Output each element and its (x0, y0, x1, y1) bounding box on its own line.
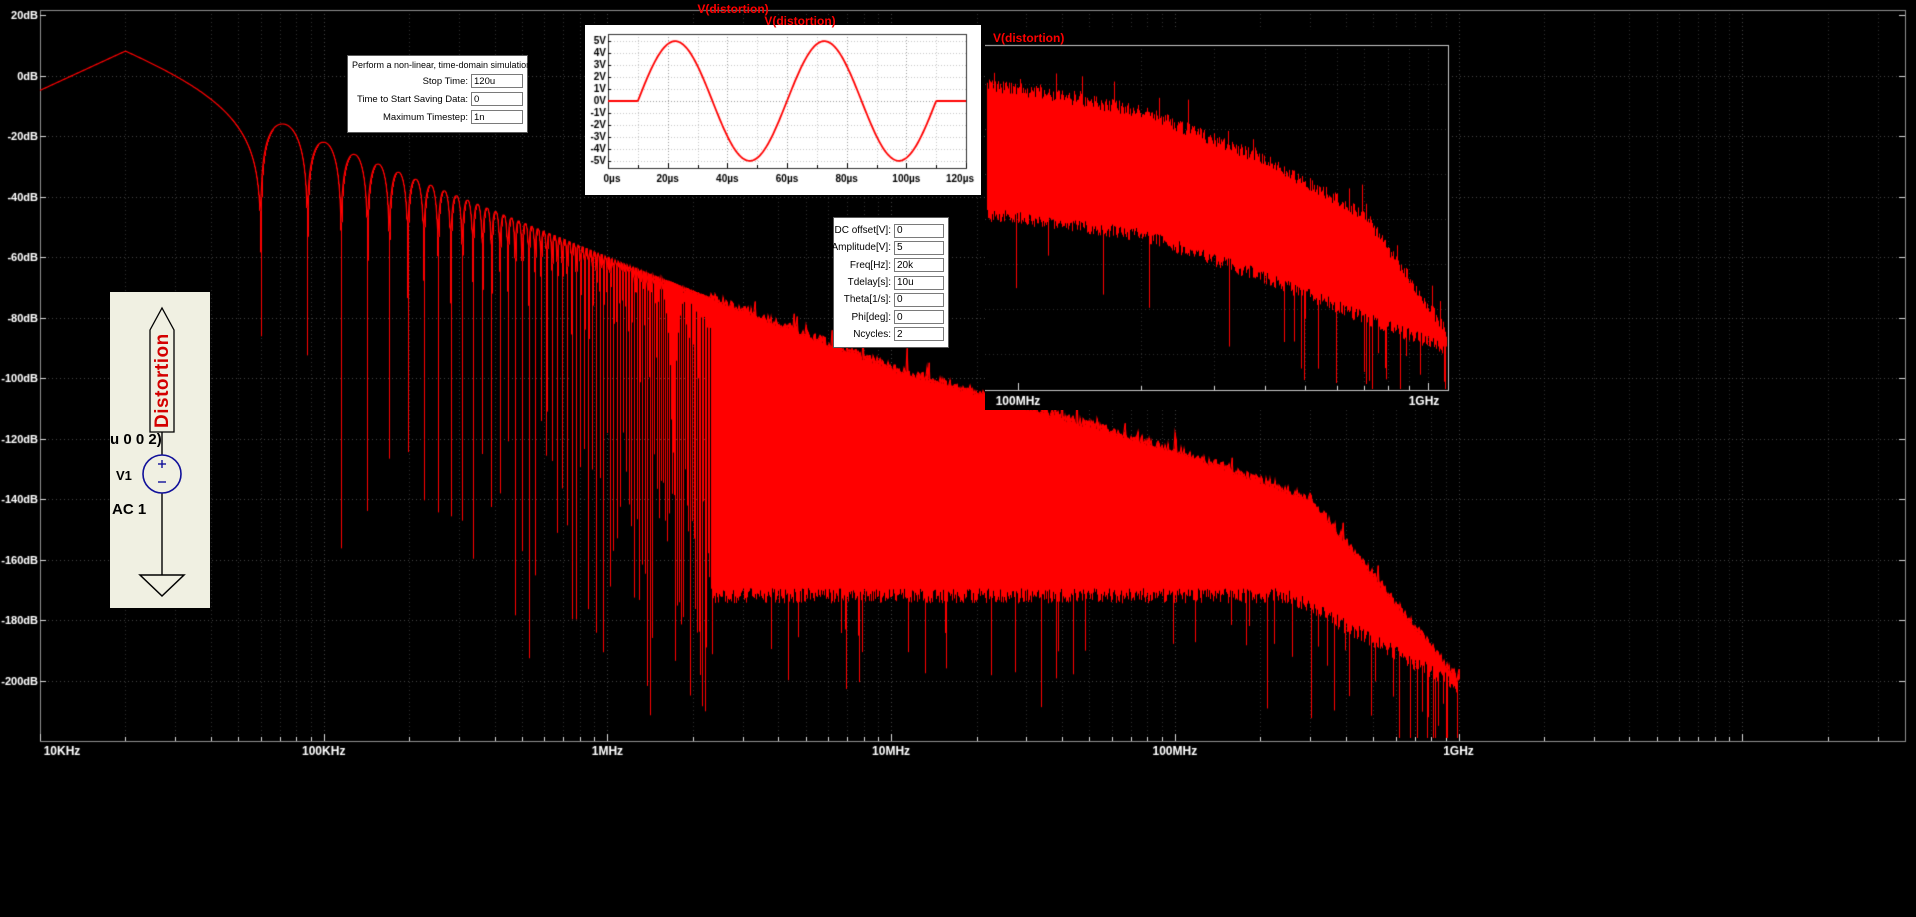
schematic-canvas: Distortion u 0 0 2) V1 AC 1 (110, 306, 186, 598)
start-saving-input[interactable] (471, 92, 523, 106)
dc-offset-row: DC offset[V]: (834, 222, 944, 239)
ncycles-label: Ncycles: (853, 328, 891, 340)
net-label-text[interactable]: Distortion (152, 333, 173, 428)
theta-label: Theta[1/s]: (843, 294, 891, 306)
ltspice-workspace: { "window": {"width": 1916, "height": 91… (0, 0, 1916, 917)
freq-row: Freq[Hz]: (838, 257, 944, 274)
source-value-text[interactable]: AC 1 (112, 501, 146, 518)
transient-settings-dialog: Perform a non-linear, time-domain simula… (347, 55, 534, 133)
spice-directive-fragment[interactable]: u 0 0 2) (110, 431, 162, 448)
refdes-text[interactable]: V1 (116, 468, 132, 483)
transient-dialog-title: Perform a non-linear, time-domain simula… (352, 60, 534, 70)
zoom-fft-plot[interactable] (985, 30, 1450, 410)
theta-row: Theta[1/s]: (838, 291, 944, 308)
zoom-fft-window (985, 30, 1450, 410)
time-domain-window (585, 25, 981, 195)
amplitude-row: Amplitude[V]: (832, 239, 944, 256)
plus-icon (158, 460, 166, 468)
tdelay-input[interactable] (894, 275, 944, 290)
start-saving-row: Time to Start Saving Data: (352, 92, 523, 106)
zoom-trace-label[interactable]: V(distortion) (993, 31, 1064, 45)
start-saving-label: Time to Start Saving Data: (356, 93, 468, 105)
phi-input[interactable] (894, 310, 944, 325)
tdelay-row: Tdelay[s]: (838, 274, 944, 291)
stop-time-input[interactable] (471, 74, 523, 88)
theta-input[interactable] (894, 292, 944, 307)
phi-row: Phi[deg]: (838, 308, 944, 325)
max-timestep-row: Maximum Timestep: (352, 110, 523, 124)
amplitude-label: Amplitude[V]: (831, 242, 891, 254)
ncycles-row: Ncycles: (838, 326, 944, 343)
stop-time-label: Stop Time: (422, 75, 468, 87)
ncycles-input[interactable] (894, 327, 944, 342)
sine-params-panel: DC offset[V]: Amplitude[V]: Freq[Hz]: Td… (832, 217, 949, 349)
freq-label: Freq[Hz]: (849, 259, 891, 271)
phi-label: Phi[deg]: (851, 311, 891, 323)
time-domain-plot[interactable] (585, 25, 981, 195)
time-trace-label[interactable]: V(distortion) (764, 14, 835, 28)
schematic-window: Distortion u 0 0 2) V1 AC 1 (110, 292, 210, 608)
freq-input[interactable] (894, 258, 944, 273)
amplitude-input[interactable] (894, 240, 944, 255)
dc-offset-label: DC offset[V]: (834, 225, 891, 237)
max-timestep-input[interactable] (471, 110, 523, 124)
dc-offset-input[interactable] (894, 223, 944, 238)
tdelay-label: Tdelay[s]: (847, 277, 891, 289)
max-timestep-label: Maximum Timestep: (383, 111, 468, 123)
main-trace-label[interactable]: V(distortion) (697, 2, 768, 16)
ground-symbol[interactable] (138, 574, 186, 598)
stop-time-row: Stop Time: (352, 74, 523, 88)
